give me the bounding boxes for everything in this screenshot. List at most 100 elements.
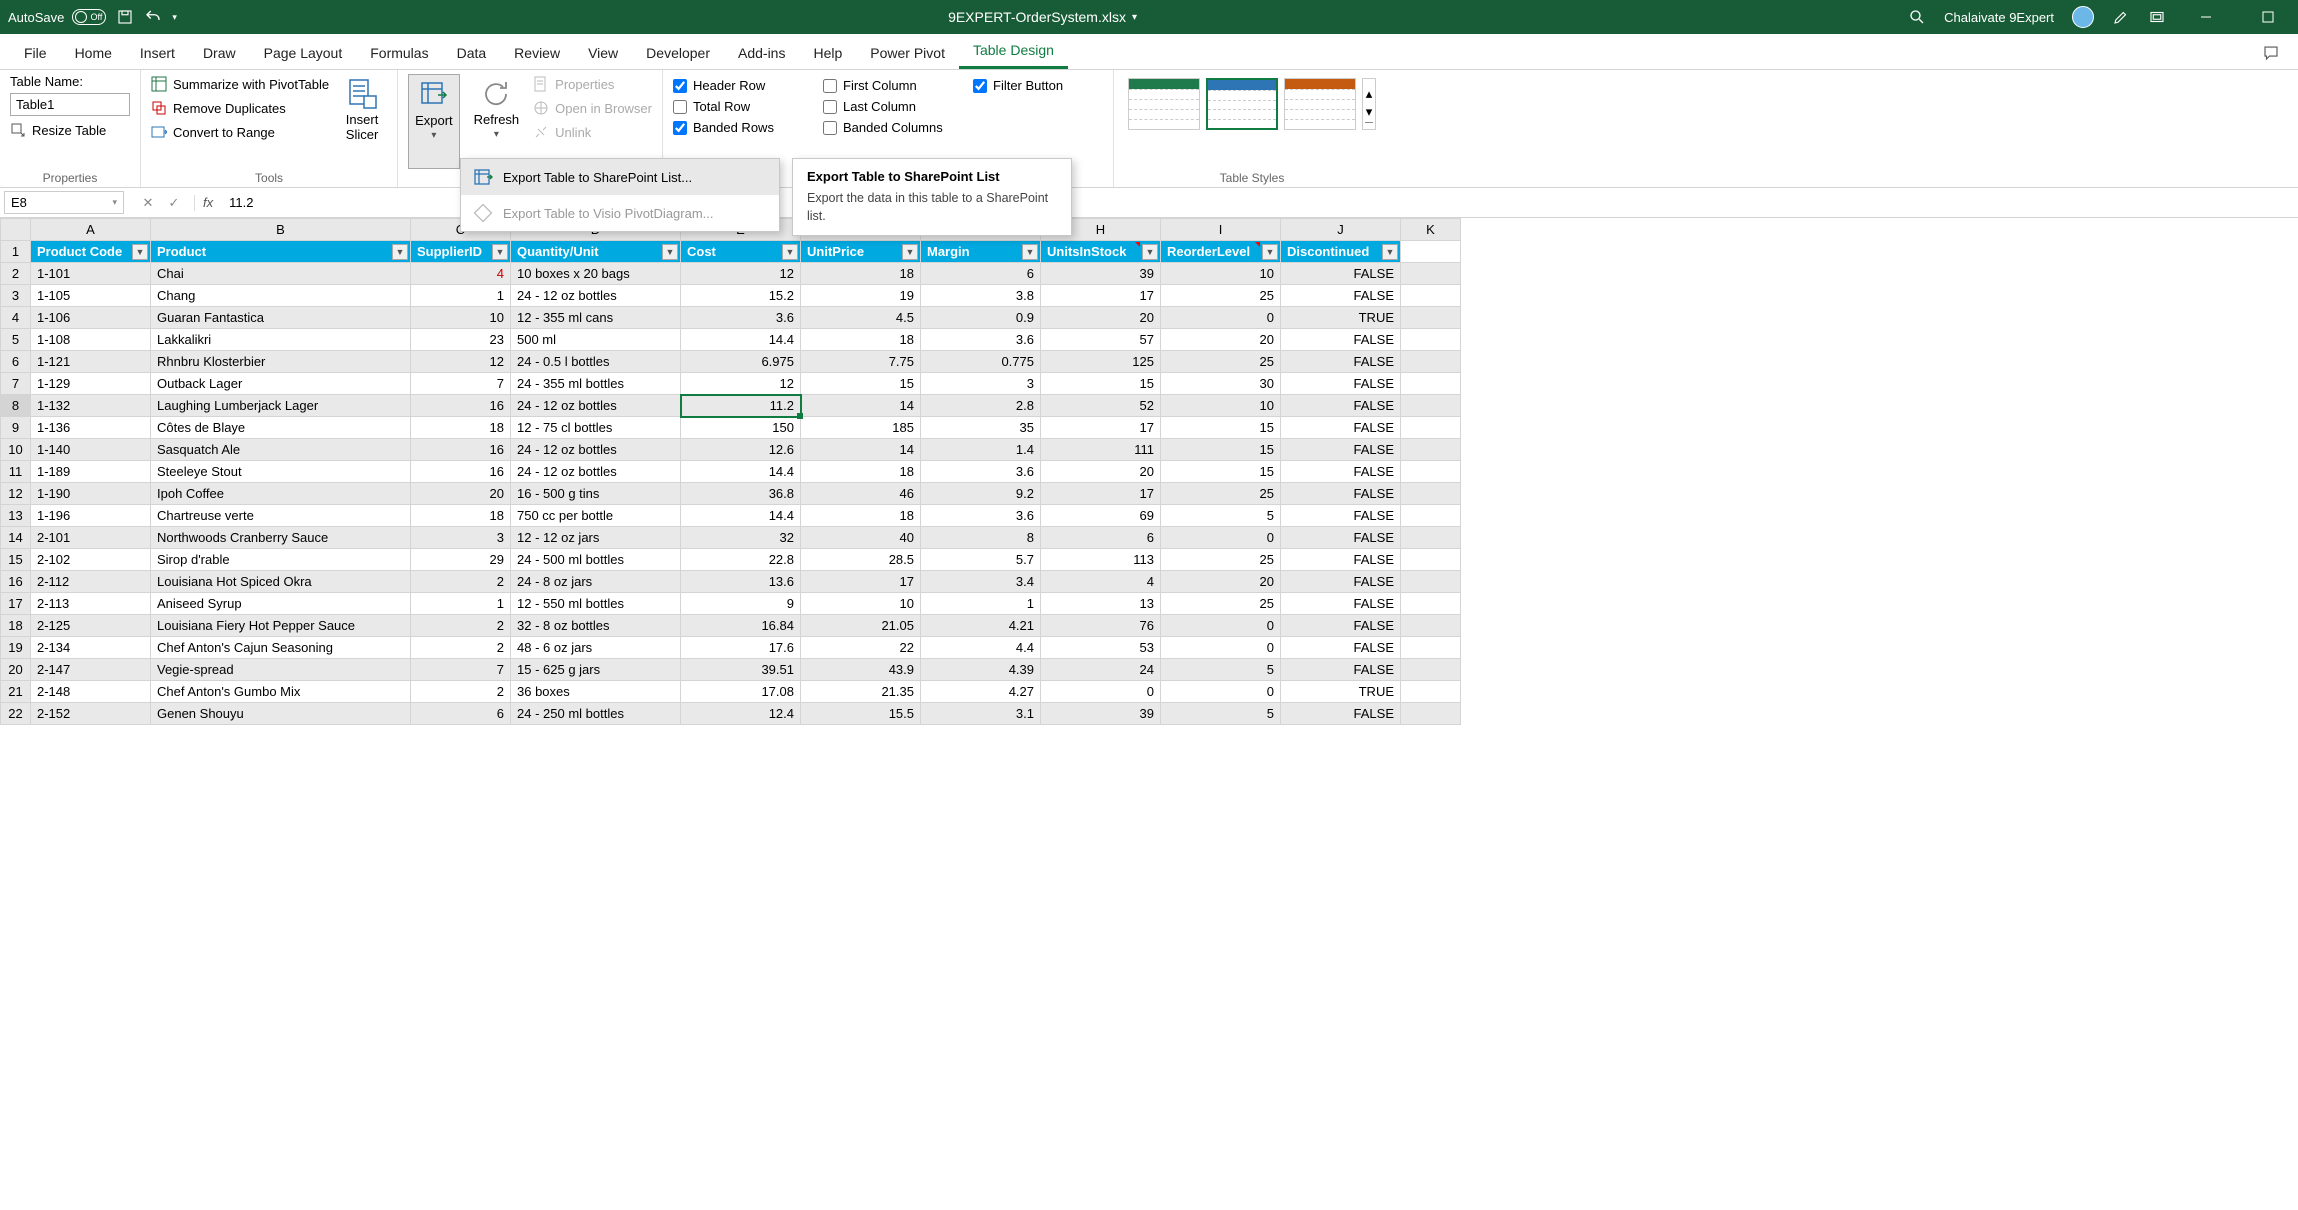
cell[interactable]: Chai	[151, 263, 411, 285]
tab-file[interactable]: File	[10, 37, 61, 69]
cell[interactable]: 2-112	[31, 571, 151, 593]
cell[interactable]: FALSE	[1281, 395, 1401, 417]
cell[interactable]: 7	[411, 373, 511, 395]
cell[interactable]: 14.4	[681, 461, 801, 483]
cell[interactable]: 13	[1041, 593, 1161, 615]
cell[interactable]: Sasquatch Ale	[151, 439, 411, 461]
cell[interactable]: 6.975	[681, 351, 801, 373]
tab-page-layout[interactable]: Page Layout	[250, 37, 357, 69]
cell[interactable]: 15.2	[681, 285, 801, 307]
cell[interactable]: 46	[801, 483, 921, 505]
cell[interactable]: 8	[921, 527, 1041, 549]
cell[interactable]: 15	[1041, 373, 1161, 395]
ribbon-display-icon[interactable]	[2148, 8, 2166, 26]
cell[interactable]: 1-105	[31, 285, 151, 307]
cell[interactable]: 32 - 8 oz bottles	[511, 615, 681, 637]
table-style-3[interactable]	[1284, 78, 1356, 130]
filter-button-icon[interactable]: ▼	[782, 244, 798, 260]
col-header-J[interactable]: J	[1281, 219, 1401, 241]
cell[interactable]: 2	[411, 571, 511, 593]
cell[interactable]: 15 - 625 g jars	[511, 659, 681, 681]
cell[interactable]: 12 - 12 oz jars	[511, 527, 681, 549]
cell[interactable]: 39	[1041, 263, 1161, 285]
cell[interactable]: 5	[1161, 505, 1281, 527]
export-sharepoint-item[interactable]: Export Table to SharePoint List...	[461, 159, 779, 195]
cell[interactable]: 15	[1161, 439, 1281, 461]
cell[interactable]: 4.27	[921, 681, 1041, 703]
cell[interactable]: 0	[1161, 681, 1281, 703]
cell[interactable]: 53	[1041, 637, 1161, 659]
table-header-unitprice[interactable]: UnitPrice▼	[801, 241, 921, 263]
row-header-3[interactable]: 3	[1, 285, 31, 307]
cell[interactable]: FALSE	[1281, 439, 1401, 461]
cell[interactable]: Guaran Fantastica	[151, 307, 411, 329]
cell[interactable]: FALSE	[1281, 549, 1401, 571]
table-header-cost[interactable]: Cost▼	[681, 241, 801, 263]
filter-button-icon[interactable]: ▼	[1262, 244, 1278, 260]
row-header-1[interactable]: 1	[1, 241, 31, 263]
cell[interactable]: 4	[1041, 571, 1161, 593]
cell[interactable]: FALSE	[1281, 285, 1401, 307]
tab-view[interactable]: View	[574, 37, 632, 69]
cell[interactable]: 3.6	[921, 329, 1041, 351]
cell[interactable]: 12.4	[681, 703, 801, 725]
table-header-discontinued[interactable]: Discontinued▼	[1281, 241, 1401, 263]
tab-draw[interactable]: Draw	[189, 37, 250, 69]
cell[interactable]: 36 boxes	[511, 681, 681, 703]
filter-button-icon[interactable]: ▼	[392, 244, 408, 260]
cell[interactable]: 12 - 355 ml cans	[511, 307, 681, 329]
table-header-unitsinstock[interactable]: UnitsInStock▼	[1041, 241, 1161, 263]
cell[interactable]: 12 - 550 ml bottles	[511, 593, 681, 615]
row-header-2[interactable]: 2	[1, 263, 31, 285]
cell[interactable]: 7	[411, 659, 511, 681]
cell[interactable]: FALSE	[1281, 659, 1401, 681]
cell[interactable]: 1-190	[31, 483, 151, 505]
convert-range-button[interactable]: Convert to Range	[151, 122, 329, 142]
cell[interactable]: 12	[681, 373, 801, 395]
cell[interactable]: 6	[1041, 527, 1161, 549]
title-dropdown-icon[interactable]: ▾	[1132, 12, 1137, 23]
cell[interactable]: 25	[1161, 285, 1281, 307]
cell[interactable]: 52	[1041, 395, 1161, 417]
cell[interactable]: 150	[681, 417, 801, 439]
cell[interactable]: 125	[1041, 351, 1161, 373]
cell[interactable]: 2-152	[31, 703, 151, 725]
cell[interactable]: FALSE	[1281, 593, 1401, 615]
cell[interactable]: 15	[1161, 461, 1281, 483]
cell[interactable]: 24 - 500 ml bottles	[511, 549, 681, 571]
cell[interactable]: 7.75	[801, 351, 921, 373]
avatar[interactable]	[2072, 6, 2094, 28]
cell[interactable]: 0	[1161, 637, 1281, 659]
tab-home[interactable]: Home	[61, 37, 126, 69]
cell[interactable]: 30	[1161, 373, 1281, 395]
cell[interactable]: 4.21	[921, 615, 1041, 637]
cell[interactable]: 23	[411, 329, 511, 351]
cell[interactable]: 12.6	[681, 439, 801, 461]
cell[interactable]: 18	[411, 417, 511, 439]
cell[interactable]: Louisiana Fiery Hot Pepper Sauce	[151, 615, 411, 637]
cell[interactable]: 25	[1161, 593, 1281, 615]
cell[interactable]: Steeleye Stout	[151, 461, 411, 483]
cell[interactable]: 32	[681, 527, 801, 549]
tab-power-pivot[interactable]: Power Pivot	[856, 37, 959, 69]
cell[interactable]: 3.4	[921, 571, 1041, 593]
cell[interactable]: 24 - 12 oz bottles	[511, 395, 681, 417]
cell[interactable]: 20	[1161, 571, 1281, 593]
table-header-quantity-unit[interactable]: Quantity/Unit▼	[511, 241, 681, 263]
row-header-16[interactable]: 16	[1, 571, 31, 593]
filter-button-icon[interactable]: ▼	[1022, 244, 1038, 260]
cell[interactable]: 0	[1041, 681, 1161, 703]
cell[interactable]: FALSE	[1281, 527, 1401, 549]
cell[interactable]: 76	[1041, 615, 1161, 637]
cell[interactable]: 18	[411, 505, 511, 527]
undo-icon[interactable]	[144, 8, 162, 26]
tab-developer[interactable]: Developer	[632, 37, 724, 69]
resize-table-button[interactable]: Resize Table	[10, 120, 130, 140]
cell[interactable]: 16 - 500 g tins	[511, 483, 681, 505]
cell[interactable]: 3.1	[921, 703, 1041, 725]
comments-icon[interactable]	[2254, 40, 2288, 69]
cell[interactable]: 4	[411, 263, 511, 285]
tab-data[interactable]: Data	[443, 37, 501, 69]
cell[interactable]: Côtes de Blaye	[151, 417, 411, 439]
cell[interactable]: FALSE	[1281, 505, 1401, 527]
